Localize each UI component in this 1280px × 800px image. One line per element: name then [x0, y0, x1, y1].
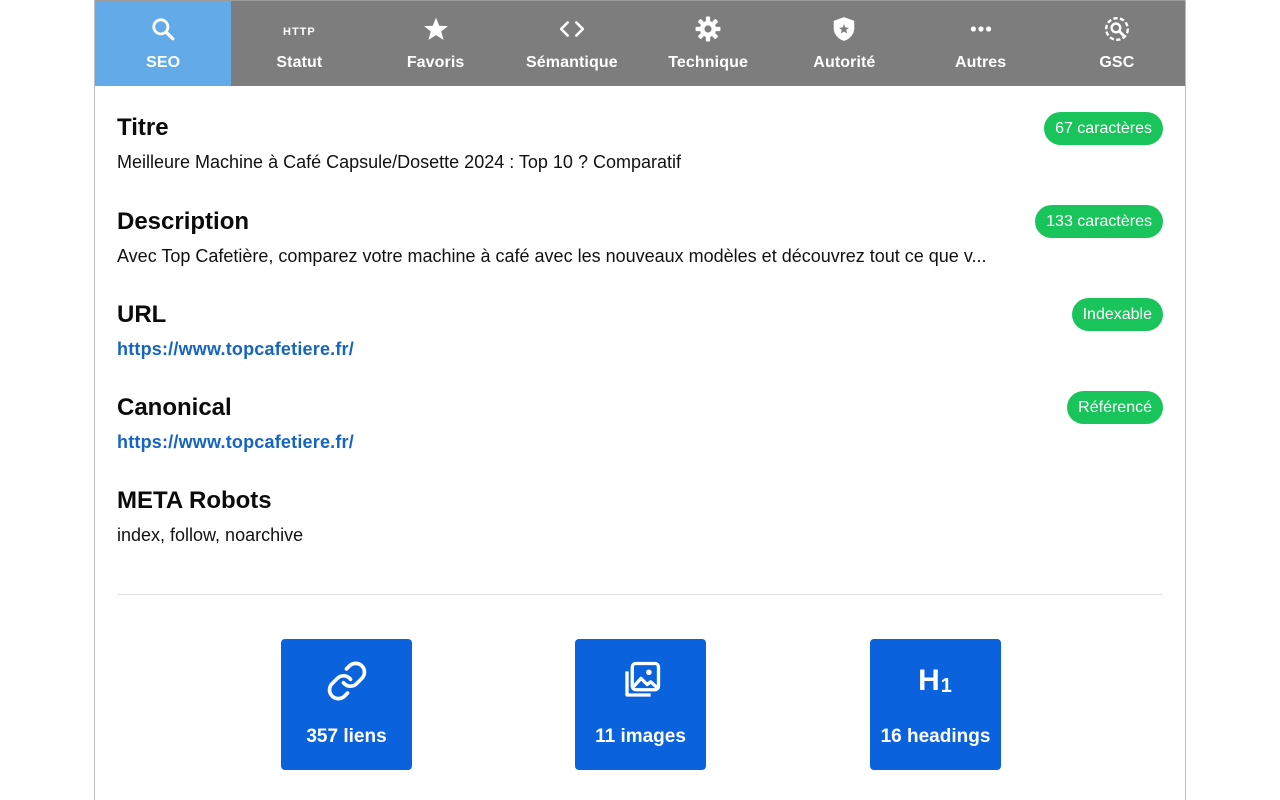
- title-field: Titre Meilleure Machine à Café Capsule/D…: [117, 86, 1163, 179]
- headings-count: 16 headings: [880, 726, 991, 747]
- canonical-field: Canonical https://www.topcafetiere.fr/ R…: [117, 365, 1163, 458]
- canonical-link[interactable]: https://www.topcafetiere.fr/: [117, 431, 1157, 453]
- description-field: Description Avec Top Cafetière, comparez…: [117, 179, 1163, 272]
- tab-autorite[interactable]: Autorité: [776, 1, 912, 86]
- links-card[interactable]: 357 liens: [281, 639, 412, 770]
- tab-label: Autres: [954, 54, 1007, 71]
- tab-label: Sémantique: [526, 54, 618, 71]
- tab-technique[interactable]: Technique: [640, 1, 776, 86]
- tab-label: Autorité: [813, 54, 876, 71]
- title-length-badge: 67 caractères: [1044, 112, 1163, 145]
- tab-bar: SEO HTTP Statut Favoris Sémantique Techn…: [95, 0, 1185, 86]
- heading-icon: H1: [918, 664, 953, 697]
- images-count: 11 images: [595, 726, 686, 747]
- images-icon: [619, 659, 663, 703]
- meta-robots-field: META Robots index, follow, noarchive: [117, 458, 1163, 551]
- tab-semantique[interactable]: Sémantique: [504, 1, 640, 86]
- field-heading: META Robots: [117, 487, 272, 514]
- field-heading: Titre: [117, 114, 169, 141]
- star-icon: [422, 15, 450, 43]
- indexable-badge: Indexable: [1071, 298, 1163, 331]
- search-icon: [149, 15, 177, 43]
- tab-label: Statut: [276, 54, 323, 71]
- description-length-badge: 133 caractères: [1035, 205, 1163, 238]
- field-heading: URL: [117, 301, 167, 328]
- tab-label: GSC: [1099, 54, 1135, 71]
- tab-label: SEO: [146, 54, 181, 71]
- url-link[interactable]: https://www.topcafetiere.fr/: [117, 338, 1157, 360]
- seo-extension-panel: SEO HTTP Statut Favoris Sémantique Techn…: [94, 0, 1186, 800]
- search-console-icon: [1103, 15, 1131, 43]
- tab-seo[interactable]: SEO: [95, 1, 232, 86]
- headings-card[interactable]: H1 16 headings: [870, 639, 1001, 770]
- http-icon: HTTP: [283, 26, 316, 38]
- link-icon: [325, 659, 369, 703]
- referenced-badge: Référencé: [1067, 391, 1163, 424]
- images-card[interactable]: 11 images: [575, 639, 706, 770]
- shield-icon: [830, 15, 858, 43]
- code-icon: [558, 15, 586, 43]
- ellipsis-icon: [967, 15, 995, 43]
- tab-label: Favoris: [406, 54, 465, 71]
- tab-favoris[interactable]: Favoris: [368, 1, 504, 86]
- tab-gsc[interactable]: GSC: [1049, 1, 1185, 86]
- url-field: URL https://www.topcafetiere.fr/ Indexab…: [117, 272, 1163, 365]
- tab-autres[interactable]: Autres: [913, 1, 1049, 86]
- links-count: 357 liens: [306, 726, 387, 747]
- description-value: Avec Top Cafetière, comparez votre machi…: [117, 246, 987, 266]
- meta-robots-value: index, follow, noarchive: [117, 525, 304, 545]
- field-heading: Canonical: [117, 394, 232, 421]
- tab-label: Technique: [668, 54, 748, 71]
- seo-overview: Titre Meilleure Machine à Café Capsule/D…: [95, 86, 1185, 551]
- section-divider: [117, 594, 1163, 595]
- gear-icon: [694, 15, 722, 43]
- title-value: Meilleure Machine à Café Capsule/Dosette…: [117, 152, 681, 172]
- tab-statut[interactable]: HTTP Statut: [231, 1, 367, 86]
- field-heading: Description: [117, 208, 250, 235]
